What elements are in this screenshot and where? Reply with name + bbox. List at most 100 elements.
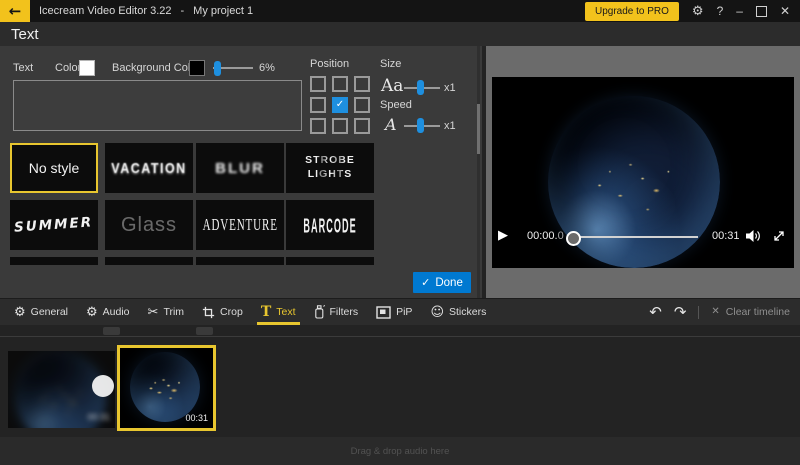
pip-icon	[376, 305, 391, 319]
tools-toolbar: ⚙ General ⚙ Audio ✂ Trim Crop T Text Fil…	[0, 298, 800, 326]
check-icon: ✓	[421, 276, 431, 289]
style-label: ADVENTURE	[202, 214, 278, 235]
tab-label: Trim	[163, 306, 185, 318]
speed-slider-handle[interactable]	[417, 118, 424, 133]
back-button[interactable]: ←	[0, 0, 30, 22]
panel-scrollbar-thumb[interactable]	[477, 104, 480, 154]
gear-icon: ⚙	[14, 304, 26, 320]
upgrade-to-pro-button[interactable]: Upgrade to PRO	[584, 1, 679, 21]
position-checkbox-middle-right[interactable]	[354, 97, 370, 113]
style-label: BARCODE	[303, 213, 357, 237]
tab-label: Audio	[102, 306, 130, 318]
style-label: SUMMER	[13, 214, 95, 236]
style-tile-barcode[interactable]: BARCODE	[286, 200, 374, 250]
text-settings-panel: Text Color Background Color 6% Position …	[0, 46, 482, 298]
tab-label: PiP	[396, 306, 413, 318]
panel-scrollbar[interactable]	[477, 46, 480, 298]
help-button[interactable]: ?	[717, 4, 724, 18]
size-label: Size	[380, 58, 402, 70]
style-label: STROBE LIGHTS	[299, 154, 361, 181]
panel-title: Text	[11, 26, 39, 43]
position-checkbox-bottom-left[interactable]	[310, 118, 326, 134]
close-button[interactable]: ✕	[780, 5, 790, 17]
earth-thumbnail	[130, 352, 200, 422]
speed-glyph: A	[385, 115, 397, 134]
speed-value: x1	[444, 120, 456, 132]
title-separator: -	[180, 5, 185, 17]
style-tile-partial[interactable]	[105, 257, 193, 265]
speed-label: Speed	[380, 99, 412, 111]
position-checkbox-bottom-center[interactable]	[332, 118, 348, 134]
background-opacity-slider-handle[interactable]	[214, 61, 221, 76]
drag-cursor-dot	[92, 375, 114, 397]
redo-icon[interactable]: ↷	[674, 303, 687, 321]
tab-crop[interactable]: Crop	[200, 299, 245, 325]
timeline-area: 00:31 00:31 Drag & drop audio here	[0, 325, 800, 465]
style-tile-summer[interactable]: SUMMER	[10, 200, 98, 250]
text-icon: T	[260, 304, 272, 320]
size-glyph: Aa	[381, 76, 404, 96]
done-button[interactable]: ✓ Done	[413, 272, 471, 293]
position-checkbox-top-right[interactable]	[354, 76, 370, 92]
preview-panel: ▶ 00:00.0 00:31	[486, 46, 800, 298]
seek-handle[interactable]	[566, 231, 581, 246]
position-checkbox-top-center[interactable]	[332, 76, 348, 92]
color-label: Color	[55, 62, 82, 74]
audio-track-dropzone[interactable]: Drag & drop audio here	[0, 437, 800, 465]
seek-bar[interactable]	[572, 236, 698, 238]
maximize-button[interactable]	[755, 5, 767, 17]
style-tile-blur[interactable]: BLUR	[196, 143, 284, 193]
tab-stickers[interactable]: ☺ Stickers	[428, 299, 488, 325]
volume-icon[interactable]	[745, 229, 762, 243]
project-name: My project 1	[193, 5, 254, 17]
smiley-icon: ☺	[430, 304, 444, 320]
tab-label: General	[30, 306, 69, 318]
audio-drop-hint: Drag & drop audio here	[350, 445, 450, 457]
style-tile-adventure[interactable]: ADVENTURE	[196, 200, 284, 250]
minimize-button[interactable]: –	[736, 4, 743, 18]
size-slider-handle[interactable]	[417, 80, 424, 95]
style-tile-strobe-lights[interactable]: STROBE LIGHTS	[286, 143, 374, 193]
style-label: VACATION	[111, 159, 187, 177]
background-opacity-value: 6%	[259, 62, 275, 74]
background-color-swatch[interactable]	[189, 60, 205, 76]
clear-timeline-label: Clear timeline	[725, 306, 790, 318]
duration: 00:31	[712, 230, 740, 242]
style-tile-glass[interactable]: Glass	[105, 200, 193, 250]
position-checkbox-middle-center[interactable]: ✓	[332, 97, 348, 113]
style-tile-no-style[interactable]: No style	[10, 143, 98, 193]
text-input[interactable]	[13, 80, 302, 131]
style-tile-vacation[interactable]: VACATION	[105, 143, 193, 193]
fullscreen-icon[interactable]	[772, 229, 786, 243]
position-label: Position	[310, 58, 350, 70]
play-button[interactable]: ▶	[498, 229, 508, 242]
app-title: Icecream Video Editor 3.22	[39, 5, 172, 17]
background-color-label: Background Color	[112, 62, 201, 74]
tab-pip[interactable]: PiP	[374, 299, 414, 325]
tab-filters[interactable]: Filters	[312, 299, 361, 325]
tab-text[interactable]: T Text	[256, 299, 300, 325]
title-bar: ← Icecream Video Editor 3.22 - My projec…	[0, 0, 800, 22]
tab-general[interactable]: ⚙ General	[12, 299, 70, 325]
position-checkbox-middle-left[interactable]	[310, 97, 326, 113]
position-checkbox-top-left[interactable]	[310, 76, 326, 92]
style-label: Glass	[120, 213, 178, 236]
clear-timeline-button[interactable]: ✕ Clear timeline	[711, 306, 790, 318]
text-color-swatch[interactable]	[79, 60, 95, 76]
style-tile-partial[interactable]	[196, 257, 284, 265]
settings-gear-icon[interactable]: ⚙	[692, 5, 704, 18]
tab-trim[interactable]: ✂ Trim	[146, 299, 187, 325]
clip-duration-blurred: 00:31	[87, 412, 110, 422]
crop-icon	[202, 306, 215, 318]
current-time: 00:00.0	[527, 230, 564, 242]
window-title: Icecream Video Editor 3.22 - My project …	[39, 5, 253, 17]
style-tile-partial[interactable]	[10, 257, 98, 265]
position-checkbox-bottom-right[interactable]	[354, 118, 370, 134]
style-label: BLUR	[215, 159, 265, 177]
undo-icon[interactable]: ↶	[649, 303, 662, 321]
style-tile-partial[interactable]	[286, 257, 374, 265]
text-field-label: Text	[13, 62, 34, 74]
tab-audio[interactable]: ⚙ Audio	[84, 299, 132, 325]
selected-video-clip[interactable]: 00:31	[117, 345, 216, 431]
style-label: No style	[28, 160, 80, 176]
